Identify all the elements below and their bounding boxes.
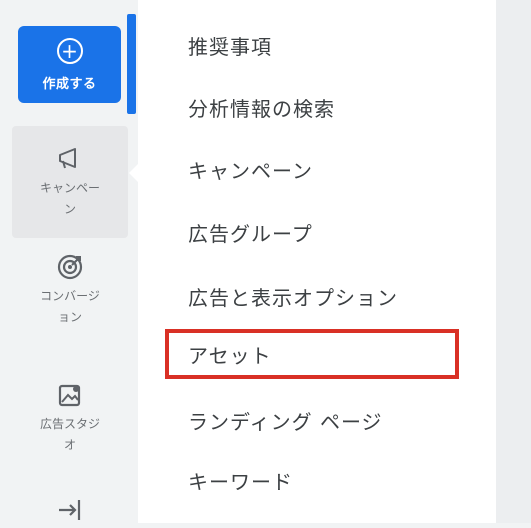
active-indicator (127, 14, 136, 114)
nav-item-ad-studio-label-2: オ (63, 438, 76, 452)
arrow-right-icon (59, 500, 81, 520)
menu-item-recommendations[interactable]: 推奨事項 (188, 31, 272, 60)
nav-item-conversions[interactable]: コンバージ ョン (12, 252, 128, 328)
nav-item-ad-studio-label-1: 広告スタジ (39, 417, 100, 431)
menu-item-ad-groups[interactable]: 広告グループ (188, 218, 313, 247)
image-edit-icon (58, 384, 81, 407)
megaphone-icon (59, 148, 76, 169)
nav-item-campaigns[interactable]: キャンペー ン (12, 126, 128, 238)
nav-item-ad-studio[interactable]: 広告スタジ オ (12, 380, 128, 456)
nav-item-campaigns-label-2: ン (63, 202, 76, 216)
menu-item-assets[interactable]: アセット (165, 329, 459, 379)
menu-item-campaigns[interactable]: キャンペーン (188, 155, 313, 184)
menu-item-insights-search[interactable]: 分析情報の検索 (188, 93, 335, 122)
submenu-panel (138, 0, 496, 523)
content-edge (496, 0, 531, 523)
menu-item-assets-label: アセット (188, 343, 272, 368)
create-button[interactable]: + 作成する (18, 26, 121, 103)
target-icon (57, 254, 83, 280)
nav-item-conversions-label-1: コンバージ (40, 289, 100, 303)
plus-circle-icon: + (56, 37, 83, 64)
menu-item-landing-pages[interactable]: ランディング ページ (188, 406, 383, 435)
nav-item-conversions-label-2: ョン (57, 310, 82, 324)
menu-item-ads-and-extensions[interactable]: 広告と表示オプション (188, 282, 398, 311)
menu-item-keywords[interactable]: キーワード (188, 466, 293, 495)
nav-item-campaigns-label-1: キャンペー (39, 181, 100, 195)
create-button-label: 作成する (42, 76, 97, 92)
panel-caret (129, 164, 138, 182)
left-navigation-rail: + 作成する キャンペー ン コンバージ ョン 広告スタジ オ (0, 0, 138, 523)
